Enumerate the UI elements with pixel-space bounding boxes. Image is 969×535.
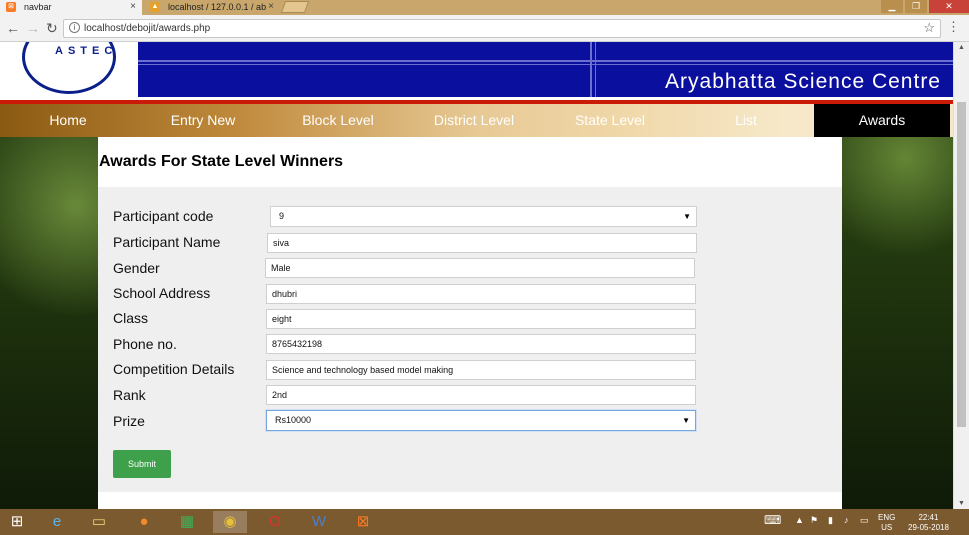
scrollbar-thumb[interactable] [957,102,966,427]
browser-menu-icon[interactable]: ⋮ [947,19,960,35]
participant-code-value: 9 [279,211,285,221]
close-tab-icon[interactable]: × [130,0,136,14]
page-title: Awards For State Level Winners [99,153,344,170]
page-scrollbar[interactable]: ▲ ▼ [953,42,969,509]
page-viewport: ASTEC Aryabhatta Science Centre Home Ent… [0,42,953,509]
input-language[interactable]: ENG US [878,513,895,533]
nav-item-entry-new[interactable]: Entry New [135,104,271,137]
clock-date: 29-05-2018 [908,523,949,532]
banner-stripe [138,60,953,62]
region-code: US [881,523,893,532]
gender-input[interactable] [265,258,695,278]
participant-code-label: Participant code [113,208,214,224]
restore-icon[interactable]: ❐ [905,0,927,13]
system-clock[interactable]: 22:41 29-05-2018 [908,513,949,533]
phone-input[interactable] [266,334,696,354]
windows-taskbar: ⊞ e ▭ ● ▦ ◉ O W ⊠ ⌨ ▲ ⚑ ▮ ♪ ▭ ENG US 22:… [0,509,969,535]
prize-value: Rs10000 [275,415,312,425]
astec-logo: ASTEC [22,42,116,94]
info-icon[interactable]: i [69,22,80,33]
word-icon[interactable]: W [302,511,336,533]
participant-code-select[interactable]: 9 ▼ [270,206,697,227]
internet-explorer-icon[interactable]: e [40,511,74,533]
banner-stripe [590,42,592,97]
notification-icon[interactable]: ▭ [860,515,869,526]
class-input[interactable] [266,309,696,329]
class-label: Class [113,310,149,326]
scroll-down-icon[interactable]: ▼ [958,500,965,507]
network-icon[interactable]: ⚑ [810,515,818,526]
opera-icon[interactable]: O [258,511,292,533]
main-content: Awards For State Level Winners Participa… [98,137,842,509]
xampp-icon: ⊠ [6,2,16,12]
prize-select[interactable]: Rs10000 ▼ [266,410,696,431]
browser-tab-strip: ⊠ navbar × ▲ localhost / 127.0.0.1 / ab … [0,0,969,15]
awards-form: Participant code 9 ▼ Participant Name Ge… [98,187,842,492]
excel-icon[interactable]: ▦ [170,511,204,533]
nav-item-awards[interactable]: Awards [814,104,950,137]
chevron-down-icon: ▼ [683,212,691,221]
participant-name-input[interactable] [267,233,697,253]
close-window-icon[interactable]: ✕ [929,0,969,13]
school-address-label: School Address [113,285,211,301]
chevron-down-icon: ▼ [682,416,690,425]
firefox-icon[interactable]: ● [127,511,161,533]
chrome-icon[interactable]: ◉ [213,511,247,533]
site-banner: Aryabhatta Science Centre [138,42,953,97]
windows-start-icon[interactable]: ⊞ [0,511,34,533]
rank-label: Rank [113,387,146,403]
rank-input[interactable] [266,385,696,405]
site-title: Aryabhatta Science Centre [665,70,941,93]
nav-item-block-level[interactable]: Block Level [270,104,406,137]
phone-label: Phone no. [113,336,177,352]
competition-details-input[interactable] [266,360,696,380]
site-header: ASTEC Aryabhatta Science Centre [0,42,953,100]
banner-stripe [138,64,953,65]
url-text[interactable]: localhost/debojit/awards.php [84,23,210,34]
back-arrow-icon[interactable]: ← [6,20,20,36]
browser-tab-navbar[interactable]: ⊠ navbar × [0,0,142,15]
forward-arrow-icon[interactable]: → [26,20,40,36]
tab-title: navbar [24,2,52,12]
bookmark-star-icon[interactable]: ☆ [923,20,935,36]
address-bar[interactable]: i localhost/debojit/awards.php ☆ [63,19,941,38]
nav-item-home[interactable]: Home [0,104,136,137]
minimize-icon[interactable]: ▁ [881,0,903,13]
submit-button[interactable]: Submit [113,450,171,478]
school-address-input[interactable] [266,284,696,304]
scroll-up-icon[interactable]: ▲ [958,44,965,51]
xampp-taskbar-icon[interactable]: ⊠ [346,511,380,533]
new-tab-button[interactable] [280,1,310,13]
tab-title: localhost / 127.0.0.1 / ab [168,2,267,12]
volume-icon[interactable]: ♪ [844,515,849,525]
clock-time: 22:41 [918,513,939,522]
participant-name-label: Participant Name [113,234,221,250]
reload-icon[interactable]: ↻ [46,20,58,37]
close-tab-icon[interactable]: × [268,0,274,14]
gender-label: Gender [113,260,160,276]
keyboard-icon[interactable]: ⌨ [764,513,781,527]
battery-icon[interactable]: ▮ [828,515,833,526]
nav-item-district-level[interactable]: District Level [406,104,542,137]
window-controls: ▁ ❐ ✕ [879,0,969,15]
phpmyadmin-icon: ▲ [150,2,160,12]
language-code: ENG [878,513,896,522]
browser-toolbar: ← → ↻ i localhost/debojit/awards.php ☆ ⋮ [0,15,969,42]
banner-stripe [595,42,596,97]
prize-label: Prize [113,413,145,429]
nav-item-state-level[interactable]: State Level [542,104,678,137]
show-hidden-icons-icon[interactable]: ▲ [795,515,804,525]
main-nav: Home Entry New Block Level District Leve… [0,104,953,137]
competition-details-label: Competition Details [113,361,235,377]
nav-item-list[interactable]: List [678,104,814,137]
browser-tab-phpmyadmin[interactable]: ▲ localhost / 127.0.0.1 / ab × [144,0,280,15]
logo-text: ASTEC [55,45,118,57]
file-explorer-icon[interactable]: ▭ [82,511,116,533]
